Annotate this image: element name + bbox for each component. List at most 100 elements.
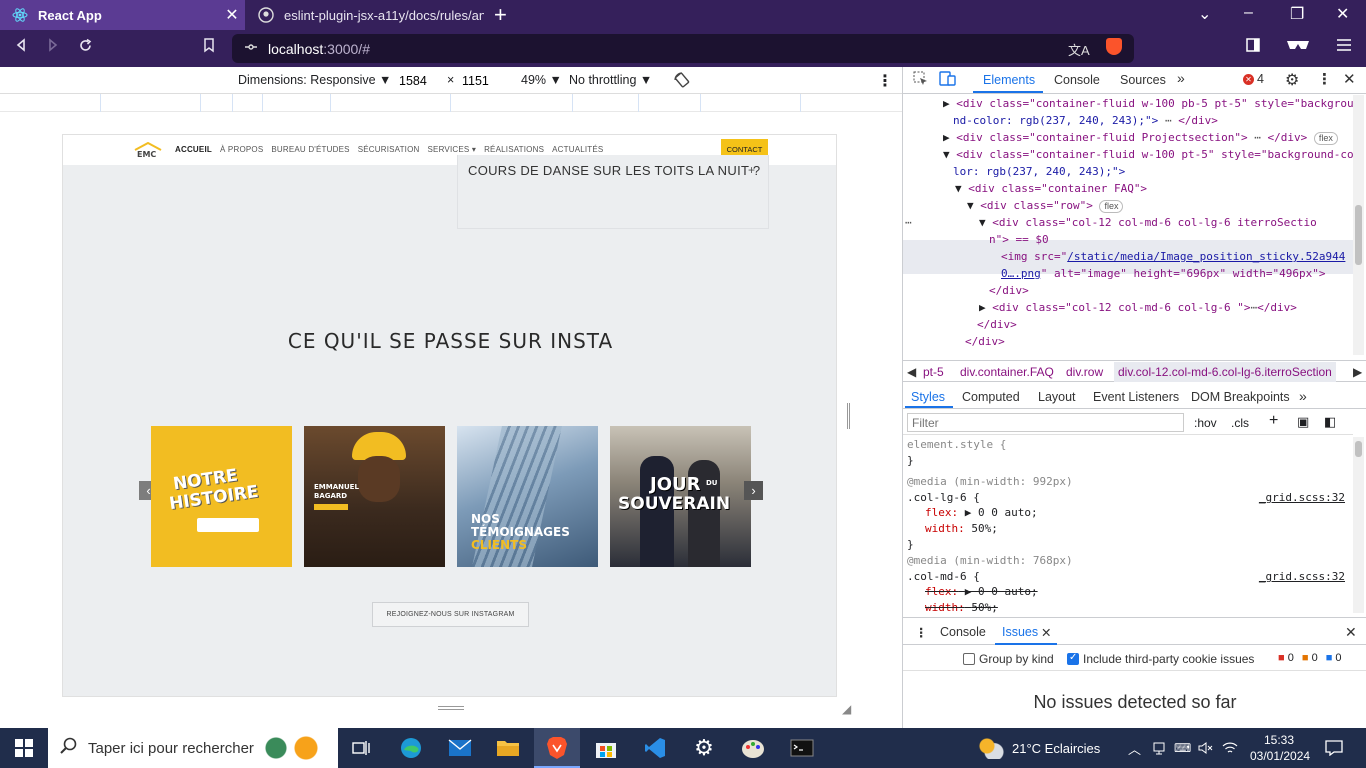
viewport-resize-handle-right[interactable] bbox=[847, 403, 850, 429]
back-icon[interactable] bbox=[14, 38, 28, 57]
sidebar-icon[interactable] bbox=[1246, 38, 1260, 57]
new-rule-icon[interactable]: + bbox=[1269, 412, 1278, 430]
paint-app-icon[interactable] bbox=[739, 734, 767, 762]
nav-bureau-etudes[interactable]: BUREAU D'ÉTUDES bbox=[271, 145, 349, 154]
warning-issues-count[interactable]: ■ 0 bbox=[1302, 652, 1318, 664]
devtools-menu-icon[interactable]: ⋮ bbox=[1317, 70, 1332, 88]
tab-dom-breakpoints[interactable]: DOM Breakpoints bbox=[1191, 390, 1290, 404]
source-link[interactable]: _grid.scss:32 bbox=[1259, 490, 1345, 506]
source-link[interactable]: _grid.scss:32 bbox=[1259, 569, 1345, 585]
paint-icon[interactable]: ▣ bbox=[1297, 414, 1309, 430]
brave-shields-icon[interactable] bbox=[1106, 38, 1122, 55]
nav-realisations[interactable]: RÉALISATIONS bbox=[484, 145, 544, 154]
more-tabs-icon[interactable]: » bbox=[1177, 70, 1185, 86]
wifi-icon[interactable] bbox=[1222, 728, 1238, 768]
tab-elements[interactable]: Elements bbox=[983, 73, 1035, 87]
error-issues-count[interactable]: ■ 0 bbox=[1278, 652, 1294, 664]
system-clock[interactable]: 15:33 03/01/2024 bbox=[1250, 732, 1310, 764]
crumb-scroll-right-icon[interactable]: ▶ bbox=[1353, 365, 1362, 379]
device-toolbar-icon[interactable] bbox=[939, 71, 956, 89]
dom-node[interactable]: ▶ <div class="col-12 col-md-6 col-lg-6 "… bbox=[979, 299, 1297, 316]
info-issues-count[interactable]: ■ 0 bbox=[1326, 652, 1342, 664]
nav-accueil[interactable]: ACCUEIL bbox=[175, 145, 212, 154]
reload-icon[interactable] bbox=[78, 38, 93, 58]
more-subtabs-icon[interactable]: » bbox=[1299, 388, 1307, 404]
close-drawer-icon[interactable]: ✕ bbox=[1345, 624, 1357, 641]
terminal-icon[interactable] bbox=[788, 734, 816, 762]
site-info-icon[interactable] bbox=[244, 40, 258, 57]
insta-post-jour-du-souverain[interactable]: JOUR DU SOUVERAIN bbox=[610, 426, 751, 567]
weather-widget[interactable]: 21°C Eclaircies bbox=[978, 728, 1100, 768]
company-logo[interactable]: EMC bbox=[133, 142, 163, 158]
microsoft-store-icon[interactable] bbox=[592, 734, 620, 762]
dom-node[interactable]: </div> bbox=[989, 282, 1029, 299]
close-issues-tab-icon[interactable]: ✕ bbox=[1041, 625, 1051, 640]
network-drive-icon[interactable] bbox=[1152, 728, 1166, 768]
more-options-icon[interactable]: ⋮ bbox=[877, 71, 893, 91]
brave-browser-icon[interactable] bbox=[543, 734, 571, 762]
css-declaration-overridden[interactable]: width: 50%; bbox=[925, 600, 998, 613]
nav-services[interactable]: SERVICES ▾ bbox=[428, 145, 477, 154]
faq-expand-icon[interactable]: + bbox=[748, 163, 755, 177]
error-counter[interactable]: ✕ 4 bbox=[1243, 72, 1264, 86]
flex-badge[interactable]: flex bbox=[1099, 200, 1124, 213]
file-explorer-icon[interactable] bbox=[494, 734, 522, 762]
drawer-menu-icon[interactable]: ⋮ bbox=[915, 625, 928, 640]
join-instagram-button[interactable]: REJOIGNEZ-NOUS SUR INSTAGRAM bbox=[372, 602, 529, 627]
dimensions-select[interactable]: Dimensions: Responsive ▼ bbox=[238, 73, 391, 87]
crumb-scroll-left-icon[interactable]: ◀ bbox=[907, 365, 916, 379]
dom-node-selected[interactable]: ▼ <div class="col-12 col-md-6 col-lg-6 i… bbox=[979, 214, 1317, 231]
volume-muted-icon[interactable] bbox=[1198, 728, 1214, 768]
zoom-select[interactable]: 49% ▼ bbox=[521, 73, 562, 87]
minimize-button[interactable]: – bbox=[1244, 4, 1253, 22]
node-actions-icon[interactable]: ⋯ bbox=[905, 214, 912, 231]
dom-node[interactable]: ▼ <div class="row"> flex bbox=[967, 197, 1124, 214]
tab-search-icon[interactable]: ⌄ bbox=[1198, 4, 1211, 24]
img-src-link[interactable]: 0….png bbox=[1001, 267, 1041, 280]
height-input[interactable] bbox=[458, 71, 503, 90]
tab-sources[interactable]: Sources bbox=[1120, 73, 1166, 87]
cls-toggle[interactable]: .cls bbox=[1231, 416, 1249, 430]
dom-node[interactable]: </div> bbox=[977, 316, 1017, 333]
windows-start-icon[interactable] bbox=[10, 734, 38, 762]
settings-gear-icon[interactable]: ⚙ bbox=[1285, 70, 1299, 90]
forward-icon[interactable] bbox=[46, 38, 60, 57]
img-src-link[interactable]: /static/media/Image_position_sticky.52a9… bbox=[1067, 250, 1345, 263]
css-declaration[interactable]: flex: ▶ 0 0 auto; bbox=[925, 505, 1038, 521]
input-method-icon[interactable]: ⌨ bbox=[1174, 728, 1191, 768]
rule-selector[interactable]: .col-lg-6 { bbox=[907, 490, 980, 506]
dom-node[interactable]: ▶ <div class="container-fluid Projectsec… bbox=[943, 129, 1338, 146]
close-tab-icon[interactable]: ✕ bbox=[219, 5, 245, 25]
tab-console[interactable]: Console bbox=[1054, 73, 1100, 87]
viewport-resize-handle-bottom[interactable] bbox=[438, 706, 464, 710]
bookmark-icon[interactable] bbox=[203, 38, 215, 58]
tab-eslint-docs[interactable]: eslint-plugin-jsx-a11y/docs/rules/anch bbox=[246, 0, 484, 30]
nav-actualites[interactable]: ACTUALITÉS bbox=[552, 145, 603, 154]
dom-node[interactable]: ▼ <div class="container FAQ"> bbox=[955, 180, 1147, 197]
styles-scrollbar[interactable] bbox=[1353, 437, 1364, 613]
notifications-icon[interactable] bbox=[1325, 728, 1343, 768]
dom-node[interactable]: <img src="/static/media/Image_position_s… bbox=[1001, 248, 1345, 265]
insta-post-temoignages[interactable]: NOS TÉMOIGNAGES CLIENTS bbox=[457, 426, 598, 567]
rule-selector[interactable]: .col-md-6 { bbox=[907, 569, 980, 585]
tab-event-listeners[interactable]: Event Listeners bbox=[1093, 390, 1179, 404]
tab-styles[interactable]: Styles bbox=[911, 390, 945, 404]
menu-icon[interactable] bbox=[1336, 38, 1352, 57]
close-devtools-icon[interactable]: ✕ bbox=[1343, 70, 1356, 88]
css-declaration-overridden[interactable]: flex: ▶ 0 0 auto; bbox=[925, 584, 1038, 600]
include-third-party-checkbox[interactable]: Include third-party cookie issues bbox=[1067, 652, 1254, 666]
dom-node[interactable]: ▶ <div class="container-fluid w-100 pb-5… bbox=[943, 95, 1353, 112]
crumb-item[interactable]: pt-5 bbox=[923, 365, 944, 379]
settings-icon[interactable]: ⚙ bbox=[690, 734, 718, 762]
toggle-sidebar-icon[interactable]: ◧ bbox=[1324, 414, 1336, 430]
throttling-select[interactable]: No throttling ▼ bbox=[569, 73, 652, 87]
rotate-icon[interactable] bbox=[673, 71, 691, 92]
crumb-item[interactable]: div.container.FAQ bbox=[960, 365, 1054, 379]
css-declaration[interactable]: width: 50%; bbox=[925, 521, 998, 537]
drawer-tab-issues[interactable]: Issues bbox=[1002, 625, 1038, 639]
mail-icon[interactable] bbox=[446, 734, 474, 762]
tab-layout[interactable]: Layout bbox=[1038, 390, 1076, 404]
close-window-button[interactable]: ✕ bbox=[1336, 4, 1349, 24]
vscode-icon[interactable] bbox=[641, 734, 669, 762]
tab-computed[interactable]: Computed bbox=[962, 390, 1020, 404]
